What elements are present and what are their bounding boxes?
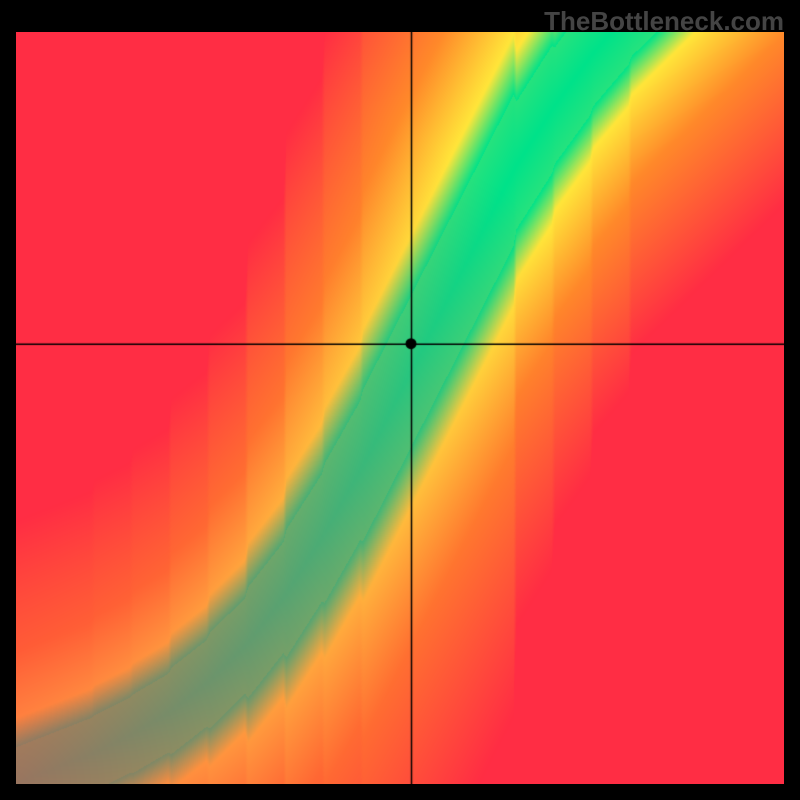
watermark-text: TheBottleneck.com <box>544 6 784 37</box>
heatmap-plot <box>16 32 784 784</box>
heatmap-canvas <box>16 32 784 784</box>
